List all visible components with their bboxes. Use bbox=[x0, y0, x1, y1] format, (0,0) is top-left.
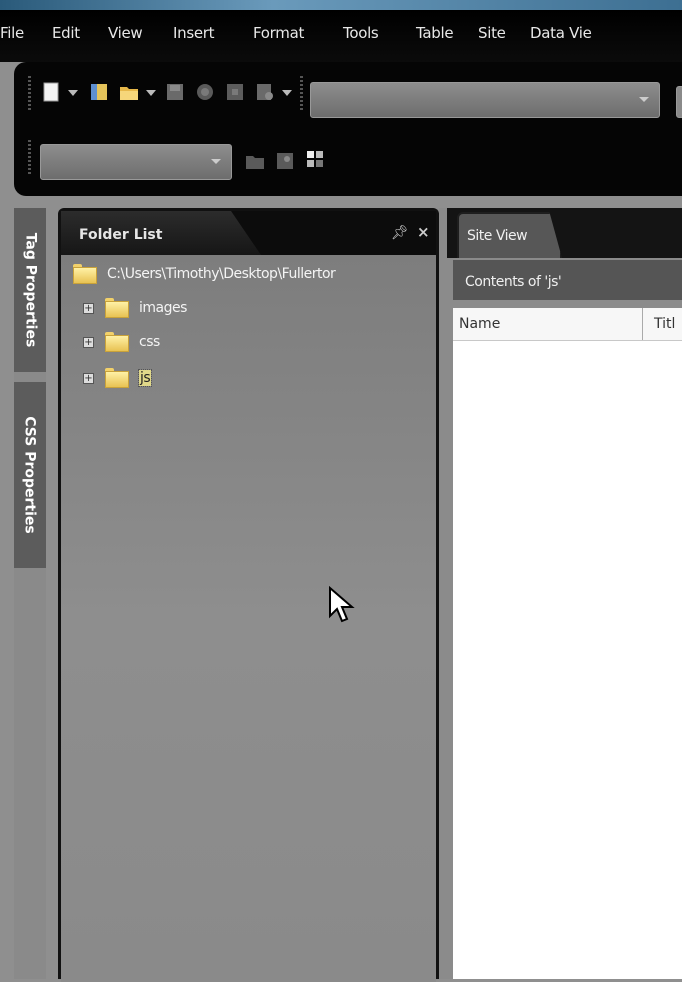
menu-data-view[interactable]: Data Vie bbox=[530, 24, 592, 42]
tab-tag-properties[interactable]: Tag Properties bbox=[14, 208, 46, 372]
tab-css-properties[interactable]: CSS Properties bbox=[14, 382, 46, 568]
tree-item-label-selected: js bbox=[137, 369, 153, 387]
menu-table[interactable]: Table bbox=[416, 24, 454, 42]
folder-list-header: Folder List 📌︎ × bbox=[61, 211, 436, 255]
folder-icon bbox=[73, 264, 97, 284]
menu-format[interactable]: Format bbox=[253, 24, 304, 42]
menu-file[interactable]: File bbox=[0, 24, 24, 42]
tab-site-view[interactable]: Site View bbox=[457, 212, 562, 258]
menu-view[interactable]: View bbox=[108, 24, 143, 42]
tree-item-css[interactable]: + css bbox=[83, 330, 160, 354]
tree-item-label: css bbox=[139, 334, 160, 350]
chevron-down-icon bbox=[211, 159, 221, 164]
site-view-tab-label: Site View bbox=[467, 228, 528, 244]
insert-layer-icon[interactable] bbox=[244, 150, 266, 172]
font-size-combo[interactable] bbox=[40, 144, 232, 180]
new-folder-icon[interactable] bbox=[88, 81, 110, 103]
open-icon[interactable] bbox=[118, 81, 140, 103]
toolbar-grip[interactable] bbox=[28, 76, 31, 110]
expand-icon[interactable]: + bbox=[83, 372, 94, 384]
print-dropdown-arrow[interactable] bbox=[282, 90, 292, 96]
new-page-icon[interactable] bbox=[40, 81, 62, 103]
side-tab-strip: Tag Properties CSS Properties bbox=[14, 208, 46, 979]
folder-icon bbox=[105, 332, 129, 352]
tree-root[interactable]: C:\Users\Timothy\Desktop\Fullertor bbox=[73, 262, 336, 286]
font-combo[interactable] bbox=[676, 86, 682, 118]
tree-item-js[interactable]: + js bbox=[83, 366, 153, 390]
contents-label: Contents of 'js' bbox=[465, 274, 562, 290]
folder-icon bbox=[105, 298, 129, 318]
menu-insert[interactable]: Insert bbox=[173, 24, 215, 42]
contents-bar: Contents of 'js' bbox=[453, 260, 682, 300]
menu-bar: File Edit View Insert Format Tools Table… bbox=[0, 10, 682, 62]
menu-tools[interactable]: Tools bbox=[343, 24, 379, 42]
layout-grid-icon[interactable] bbox=[304, 148, 326, 170]
close-icon[interactable]: × bbox=[417, 223, 430, 241]
save-icon[interactable] bbox=[164, 81, 186, 103]
tree-item-label: images bbox=[139, 300, 187, 316]
column-name[interactable]: Name bbox=[453, 308, 643, 340]
style-combo[interactable] bbox=[310, 82, 660, 118]
folder-list-title: Folder List bbox=[79, 227, 163, 243]
publish-icon[interactable] bbox=[194, 81, 216, 103]
preview-icon[interactable] bbox=[224, 81, 246, 103]
folder-tree: C:\Users\Timothy\Desktop\Fullertor + ima… bbox=[61, 255, 436, 982]
file-list-header: Name Titl bbox=[453, 308, 682, 341]
document-tab-strip: Site View bbox=[447, 208, 682, 258]
insert-image-icon[interactable] bbox=[274, 150, 296, 172]
menu-site[interactable]: Site bbox=[478, 24, 506, 42]
folder-list-panel: Folder List 📌︎ × C:\Users\Timothy\Deskto… bbox=[58, 208, 439, 982]
tree-item-images[interactable]: + images bbox=[83, 296, 187, 320]
pin-icon[interactable]: 📌︎ bbox=[391, 225, 409, 241]
site-view-area: Site View Contents of 'js' Name Titl bbox=[439, 208, 682, 979]
file-list[interactable] bbox=[453, 341, 682, 979]
print-icon[interactable] bbox=[254, 81, 276, 103]
window-title-strip bbox=[0, 0, 682, 10]
toolbar-grip-2[interactable] bbox=[300, 76, 303, 110]
expand-icon[interactable]: + bbox=[83, 336, 94, 348]
folder-icon bbox=[105, 368, 129, 388]
expand-icon[interactable]: + bbox=[83, 302, 94, 314]
root-path-label: C:\Users\Timothy\Desktop\Fullertor bbox=[107, 266, 336, 282]
mouse-cursor-icon bbox=[329, 586, 355, 623]
toolbar-area bbox=[14, 62, 682, 196]
open-dropdown-arrow[interactable] bbox=[146, 90, 156, 96]
toolbar-grip-3[interactable] bbox=[28, 140, 31, 174]
menu-edit[interactable]: Edit bbox=[52, 24, 80, 42]
new-dropdown-arrow[interactable] bbox=[68, 90, 78, 96]
column-title[interactable]: Titl bbox=[654, 316, 675, 332]
chevron-down-icon bbox=[639, 97, 649, 102]
